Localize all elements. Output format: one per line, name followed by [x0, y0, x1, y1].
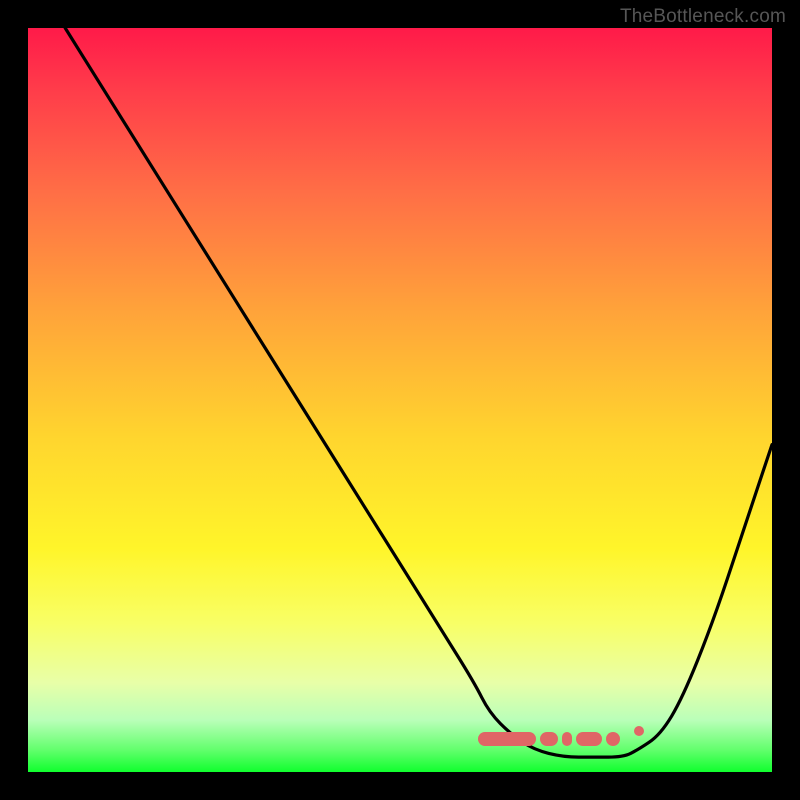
optimal-point-marker — [634, 726, 644, 736]
optimal-range-marker — [540, 732, 558, 746]
optimal-range-marker — [606, 732, 620, 746]
watermark-text: TheBottleneck.com — [620, 6, 786, 28]
plot-area — [28, 28, 772, 772]
chart-frame: TheBottleneck.com — [0, 0, 800, 800]
bottleneck-curve — [28, 28, 772, 772]
optimal-range-marker — [562, 732, 572, 746]
optimal-range-marker — [576, 732, 602, 746]
optimal-range-marker — [478, 732, 536, 746]
